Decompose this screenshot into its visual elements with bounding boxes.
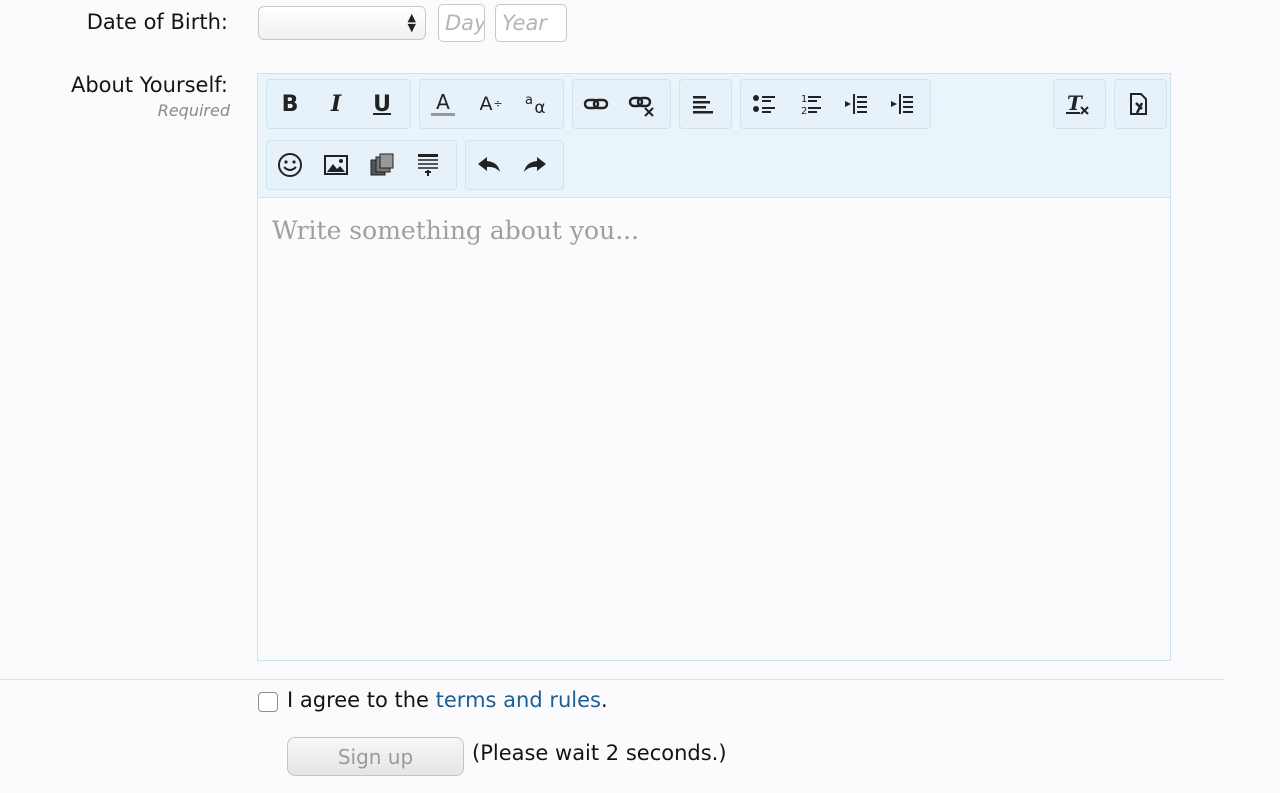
link-group — [572, 79, 671, 129]
select-arrows-icon: ▲ ▼ — [407, 11, 416, 34]
signup-button[interactable]: Sign up — [287, 737, 464, 776]
day-input[interactable]: Day — [438, 4, 485, 42]
svg-text:÷: ÷ — [493, 97, 502, 110]
history-group — [465, 140, 564, 190]
required-label: Required — [157, 101, 230, 120]
outdent-icon[interactable] — [833, 80, 879, 128]
rich-text-editor[interactable]: B I U A A ÷ aα 1 2 T Write something abo… — [257, 73, 1171, 661]
clear-format-group: T — [1053, 79, 1106, 129]
font-family-icon[interactable]: aα — [512, 80, 558, 128]
align-left-icon[interactable] — [680, 80, 726, 128]
agree-prefix: I agree to the — [287, 688, 436, 712]
agree-text: I agree to the terms and rules. — [287, 688, 608, 712]
wait-text: (Please wait 2 seconds.) — [472, 741, 727, 765]
svg-text:1: 1 — [801, 94, 807, 105]
toggle-source-icon[interactable] — [1115, 80, 1161, 128]
remove-format-icon[interactable]: T — [1054, 80, 1100, 128]
year-input[interactable]: Year — [495, 4, 567, 42]
list-group: 12 — [740, 79, 931, 129]
insert-group — [266, 140, 457, 190]
media-icon[interactable] — [359, 141, 405, 189]
image-icon[interactable] — [313, 141, 359, 189]
bold-icon[interactable]: B — [267, 80, 313, 128]
svg-text:A: A — [436, 90, 450, 114]
link-icon[interactable] — [573, 80, 619, 128]
editor-placeholder: Write something about you... — [272, 216, 640, 245]
agree-suffix: . — [600, 688, 608, 712]
smiley-icon[interactable] — [267, 141, 313, 189]
undo-icon[interactable] — [466, 141, 512, 189]
svg-text:a: a — [525, 93, 533, 108]
source-group — [1114, 79, 1167, 129]
bullet-list-icon[interactable] — [741, 80, 787, 128]
italic-icon[interactable]: I — [313, 80, 359, 128]
month-select[interactable]: ▲ ▼ — [258, 6, 426, 40]
svg-text:α: α — [534, 98, 545, 118]
dob-label: Date of Birth: — [86, 10, 228, 34]
text-color-icon[interactable]: A — [420, 80, 466, 128]
numbered-list-icon[interactable]: 12 — [787, 80, 833, 128]
font-group: A A ÷ aα — [419, 79, 564, 129]
underline-icon[interactable]: U — [359, 80, 405, 128]
about-label: About Yourself: — [70, 73, 228, 97]
indent-icon[interactable] — [879, 80, 925, 128]
form-divider — [0, 679, 1225, 680]
unlink-icon[interactable] — [619, 80, 665, 128]
terms-link[interactable]: terms and rules — [436, 688, 601, 712]
format-group: B I U — [266, 79, 411, 129]
redo-icon[interactable] — [512, 141, 558, 189]
editor-toolbar: B I U A A ÷ aα 1 2 T — [258, 74, 1170, 198]
svg-text:T: T — [1067, 91, 1084, 115]
svg-text:A: A — [480, 93, 493, 115]
agree-checkbox[interactable] — [258, 692, 278, 712]
insert-code-icon[interactable] — [405, 141, 451, 189]
font-size-icon[interactable]: A ÷ — [466, 80, 512, 128]
align-group — [679, 79, 732, 129]
svg-text:2: 2 — [801, 106, 807, 117]
